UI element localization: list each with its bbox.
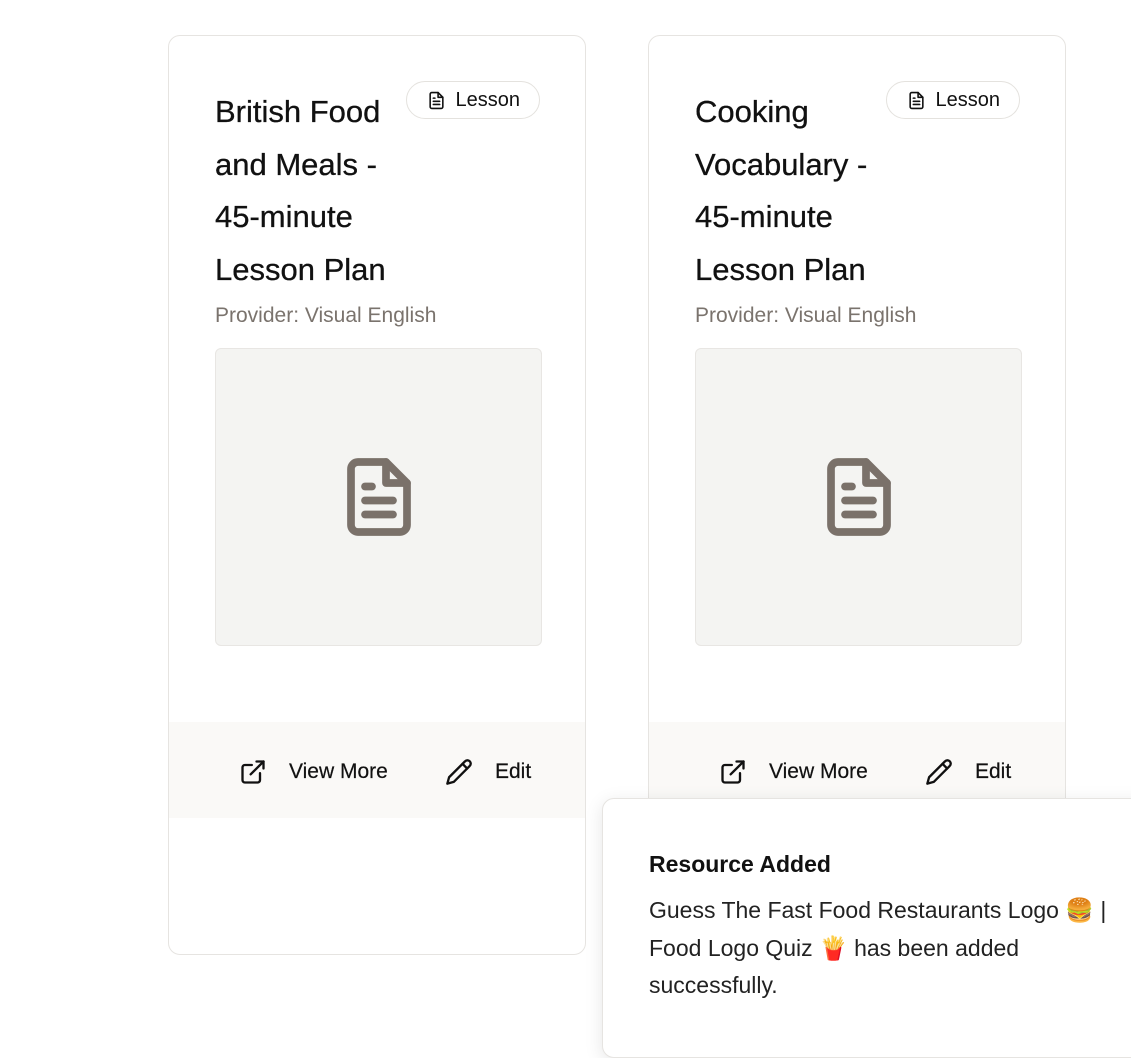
pencil-icon: [926, 759, 952, 785]
edit-label: Edit: [495, 760, 532, 783]
card-title: Cooking Vocabulary - 45-minute Lesson Pl…: [695, 94, 868, 287]
edit-button[interactable]: Edit: [445, 758, 531, 786]
thumbnail[interactable]: [215, 348, 542, 646]
badge-label: Lesson: [935, 88, 1001, 111]
view-more-label: View More: [769, 760, 868, 783]
document-icon: [908, 91, 924, 109]
provider-label: Provider: Visual English: [215, 304, 437, 327]
toast-title: Resource Added: [649, 851, 831, 877]
type-badge: Lesson: [885, 81, 1020, 119]
type-badge: Lesson: [405, 81, 540, 119]
external-link-icon: [721, 760, 745, 784]
resource-card: British Food and Meals - 45-minute Lesso…: [168, 35, 586, 955]
view-more-button[interactable]: View More: [239, 758, 388, 786]
toast-message: Guess The Fast Food Restaurants Logo 🍔 |…: [649, 897, 1107, 998]
view-more-label: View More: [289, 760, 388, 783]
card-footer: View More Edit: [169, 722, 585, 818]
document-icon: [826, 458, 891, 536]
document-icon: [428, 91, 444, 109]
edit-label: Edit: [975, 760, 1012, 783]
view-more-button[interactable]: View More: [719, 758, 868, 786]
thumbnail[interactable]: [695, 348, 1022, 646]
toast-notification[interactable]: Resource Added Guess The Fast Food Resta…: [602, 798, 1131, 1058]
external-link-icon: [241, 760, 265, 784]
card-title: British Food and Meals - 45-minute Lesso…: [215, 94, 386, 287]
badge-label: Lesson: [455, 88, 521, 111]
edit-button[interactable]: Edit: [925, 758, 1011, 786]
provider-label: Provider: Visual English: [695, 304, 917, 327]
pencil-icon: [446, 759, 472, 785]
document-icon: [346, 458, 411, 536]
